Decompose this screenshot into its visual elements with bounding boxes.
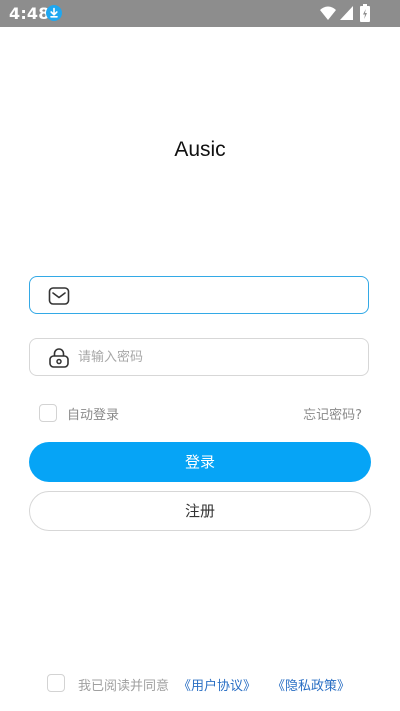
download-icon [46, 5, 62, 21]
wifi-icon [320, 6, 336, 20]
user-agreement-link[interactable]: 《用户协议》 [178, 675, 256, 694]
email-field[interactable] [29, 276, 369, 314]
password-input[interactable] [78, 339, 358, 375]
password-field[interactable] [29, 338, 369, 376]
register-button[interactable]: 注册 [29, 491, 371, 531]
agreement-checkbox[interactable] [47, 674, 65, 692]
status-bar: 4:48 [0, 0, 400, 27]
privacy-policy-link[interactable]: 《隐私政策》 [272, 675, 350, 694]
login-button[interactable]: 登录 [29, 442, 371, 482]
agreement-text: 我已阅读并同意 [78, 679, 170, 694]
auto-login-label[interactable]: 自动登录 [67, 404, 119, 423]
mail-icon [48, 287, 70, 305]
status-time: 4:48 [9, 4, 50, 23]
auto-login-checkbox[interactable] [39, 404, 57, 422]
signal-icon [340, 6, 353, 20]
forgot-password-link[interactable]: 忘记密码? [303, 404, 362, 423]
app-title: Ausic [174, 138, 226, 161]
battery-icon [360, 4, 370, 22]
lock-icon [49, 348, 69, 368]
email-input[interactable] [78, 277, 358, 313]
